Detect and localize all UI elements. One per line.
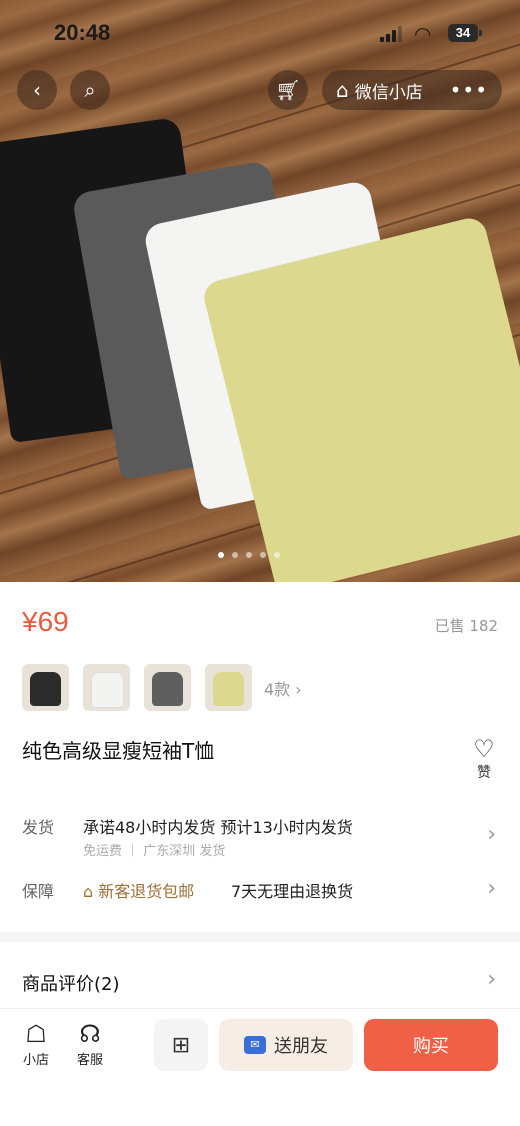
gallery-indicator — [218, 552, 280, 558]
signal-icon — [380, 26, 406, 42]
shop-icon: ☖ — [25, 1020, 47, 1048]
reviews-header[interactable]: 商品评价(2) — [22, 970, 120, 996]
variant-count[interactable]: 4款 › — [264, 676, 302, 700]
shop-tab-label: 小店 — [22, 1053, 49, 1068]
shipping-chevron-icon[interactable]: › — [487, 822, 496, 847]
product-title: 纯色高级显瘦短袖T恤 — [22, 739, 215, 763]
guarantee-label: 保障 — [22, 882, 55, 901]
guarantee-7-day-return: 7天无理由退换货 — [231, 882, 354, 901]
variant-thumb-yellow[interactable] — [205, 664, 252, 711]
shop-label: 微信小店 — [354, 82, 423, 103]
cart-add-icon: ⊞ — [171, 1032, 191, 1058]
sold-count: 已售 182 — [434, 617, 498, 635]
product-price: ¥69 — [22, 606, 69, 637]
back-button[interactable]: ‹ — [17, 70, 57, 110]
shop-pill[interactable]: ⌂ 微信小店 ••• — [322, 70, 502, 110]
gallery-dot — [218, 552, 224, 558]
like-label: 赞 — [477, 765, 491, 781]
wifi-icon: ◠ — [414, 22, 432, 46]
cart-button[interactable]: 🛒︎ — [268, 70, 308, 110]
home-icon: ⌂ — [83, 882, 94, 901]
like-button[interactable]: ♡ 赞 — [470, 736, 498, 782]
gift-icon: ✉ — [244, 1036, 266, 1054]
shipping-origin: 免运费 ｜ 广东深圳 发货 — [83, 844, 226, 859]
service-tab[interactable]: ☊ 客服 — [68, 1019, 112, 1068]
section-divider — [0, 932, 520, 942]
gallery-dot — [232, 552, 238, 558]
shop-tab[interactable]: ☖ 小店 — [14, 1019, 58, 1068]
battery-icon: 34 — [448, 24, 482, 42]
gallery-dot — [260, 552, 266, 558]
reviews-chevron-icon[interactable]: › — [487, 967, 496, 992]
gallery-dot — [274, 552, 280, 558]
variant-thumb-gray[interactable] — [144, 664, 191, 711]
chevron-left-icon: ‹ — [33, 78, 41, 102]
service-tab-label: 客服 — [76, 1053, 103, 1068]
status-bar: 20:48 ◠ 34 — [0, 0, 520, 66]
send-to-friend-button[interactable]: ✉ 送朋友 — [219, 1019, 353, 1071]
variant-thumb-white[interactable] — [83, 664, 130, 711]
bottom-action-bar: ☖ 小店 ☊ 客服 ⊞ ✉ 送朋友 购买 — [0, 1008, 520, 1126]
status-time: 20:48 — [54, 20, 111, 45]
search-button[interactable]: ⌕ — [70, 70, 110, 110]
shipping-info: 承诺48小时内发货 预计13小时内发货 — [83, 818, 353, 837]
buy-button[interactable]: 购买 — [364, 1019, 498, 1071]
gallery-dot — [246, 552, 252, 558]
more-icon[interactable]: ••• — [450, 78, 488, 102]
chevron-right-icon: › — [295, 679, 302, 699]
search-icon: ⌕ — [84, 78, 96, 102]
buy-label: 购买 — [413, 1036, 449, 1057]
add-to-cart-button[interactable]: ⊞ — [154, 1019, 208, 1071]
variant-thumb-black[interactable] — [22, 664, 69, 711]
heart-icon: ♡ — [473, 735, 495, 763]
shop-icon: ⌂ — [336, 78, 349, 102]
cart-icon: 🛒︎ — [275, 78, 301, 102]
guarantee-return-shipping: ⌂ 新客退货包邮 — [83, 882, 195, 901]
headset-icon: ☊ — [79, 1020, 101, 1048]
variant-list[interactable]: 4款 › — [22, 664, 302, 711]
shipping-label: 发货 — [22, 818, 55, 837]
send-to-friend-label: 送朋友 — [274, 1036, 328, 1057]
guarantee-chevron-icon[interactable]: › — [487, 876, 496, 901]
